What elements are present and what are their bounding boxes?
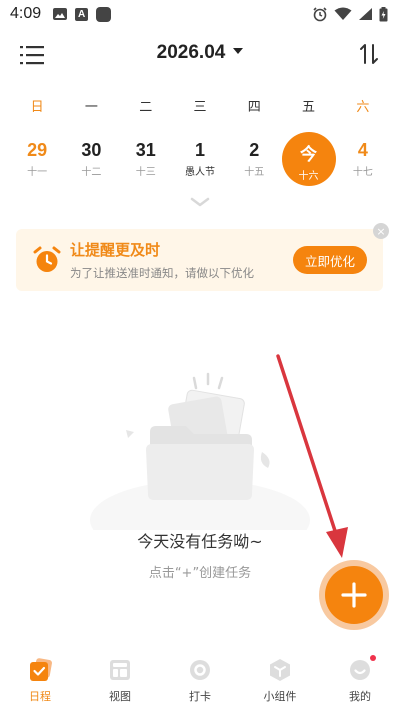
checkin-icon bbox=[190, 660, 210, 680]
nav-item-schedule[interactable]: 日程 bbox=[0, 652, 80, 711]
date-number: 31 bbox=[135, 140, 156, 160]
holiday-label: 愚人节 bbox=[184, 167, 215, 178]
lunar-date: 十一 bbox=[27, 167, 48, 178]
nav-label: 视图 bbox=[109, 690, 131, 703]
wifi-icon bbox=[334, 7, 352, 20]
weekday-label: 二 bbox=[139, 100, 153, 115]
lunar-date: 十七 bbox=[352, 167, 373, 178]
nav-item-view[interactable]: 视图 bbox=[80, 652, 160, 711]
calendar-check-icon bbox=[30, 658, 52, 681]
weekday-label: 五 bbox=[302, 100, 316, 115]
app-square-icon bbox=[96, 6, 112, 22]
calendar-header: 2026.04 bbox=[0, 36, 400, 76]
bottom-nav: 日程 视图 打卡 小组件 我的 bbox=[0, 652, 400, 711]
battery-charging-icon bbox=[379, 6, 388, 21]
add-task-button[interactable] bbox=[325, 566, 383, 624]
close-icon[interactable]: × bbox=[373, 223, 389, 239]
lunar-date: 十五 bbox=[244, 167, 265, 178]
nav-item-checkin[interactable]: 打卡 bbox=[160, 652, 240, 711]
weekday-label: 三 bbox=[193, 100, 207, 115]
nav-item-profile[interactable]: 我的 bbox=[320, 652, 400, 711]
nav-label: 小组件 bbox=[263, 690, 297, 703]
weekday-label: 日 bbox=[30, 100, 44, 115]
status-bar: 4:09 A bbox=[0, 0, 400, 28]
banner-title: 让提醒更及时 bbox=[70, 241, 161, 259]
profile-smile-icon bbox=[348, 655, 376, 682]
month-selector[interactable]: 2026.04 bbox=[0, 42, 400, 64]
widget-cube-icon bbox=[270, 659, 290, 681]
chevron-down-icon[interactable] bbox=[190, 196, 210, 208]
date-number: 4 bbox=[357, 140, 368, 160]
lunar-date: 十二 bbox=[81, 167, 102, 178]
date-cell[interactable]: 30 十二 bbox=[64, 132, 118, 186]
alarm-icon bbox=[313, 7, 327, 22]
sort-icon[interactable] bbox=[358, 42, 380, 66]
alarm-clock-icon bbox=[33, 246, 61, 272]
status-time: 4:09 bbox=[10, 5, 42, 22]
banner-description: 为了让推送准时通知，请做以下优化 bbox=[70, 266, 254, 280]
weekday-label: 六 bbox=[356, 100, 370, 115]
date-number: 今 bbox=[300, 145, 318, 164]
annotation-arrow bbox=[276, 354, 348, 558]
weekday-label: 一 bbox=[84, 100, 98, 115]
date-cell[interactable]: 29 十一 bbox=[10, 132, 64, 186]
date-cell-today[interactable]: 今 十六 bbox=[281, 132, 336, 186]
lunar-date: 十六 bbox=[298, 171, 319, 182]
signal-icon bbox=[359, 8, 372, 20]
nav-label: 打卡 bbox=[189, 690, 211, 703]
layout-icon bbox=[110, 660, 130, 680]
image-icon bbox=[53, 8, 68, 20]
date-number: 29 bbox=[27, 140, 48, 160]
date-cell[interactable]: 2 十五 bbox=[227, 132, 281, 186]
notification-badge bbox=[370, 655, 376, 661]
weekday-label: 四 bbox=[247, 100, 261, 115]
date-cell[interactable]: 1 愚人节 bbox=[173, 132, 227, 186]
date-cell[interactable]: 31 十三 bbox=[119, 132, 173, 186]
weekday-row: 日 一 二 三 四 五 六 bbox=[10, 96, 390, 115]
plus-icon bbox=[341, 582, 367, 608]
reminder-banner: 让提醒更及时 为了让推送准时通知，请做以下优化 立即优化 × bbox=[16, 223, 389, 291]
date-number: 2 bbox=[249, 140, 260, 160]
week-dates: 29 十一 30 十二 31 十三 1 愚人节 2 十五 今 十六 4 十七 bbox=[10, 132, 390, 186]
lunar-date: 十三 bbox=[135, 167, 156, 178]
date-number: 1 bbox=[194, 140, 205, 160]
month-title: 2026.04 bbox=[156, 42, 226, 63]
optimize-now-button[interactable]: 立即优化 bbox=[293, 246, 367, 274]
caret-down-icon bbox=[233, 47, 244, 54]
nav-label: 日程 bbox=[29, 690, 51, 703]
date-number: 30 bbox=[81, 140, 102, 160]
nav-label: 我的 bbox=[349, 690, 371, 703]
a-notification-icon: A bbox=[75, 7, 89, 21]
nav-item-widgets[interactable]: 小组件 bbox=[240, 652, 320, 711]
date-cell[interactable]: 4 十七 bbox=[336, 132, 390, 186]
